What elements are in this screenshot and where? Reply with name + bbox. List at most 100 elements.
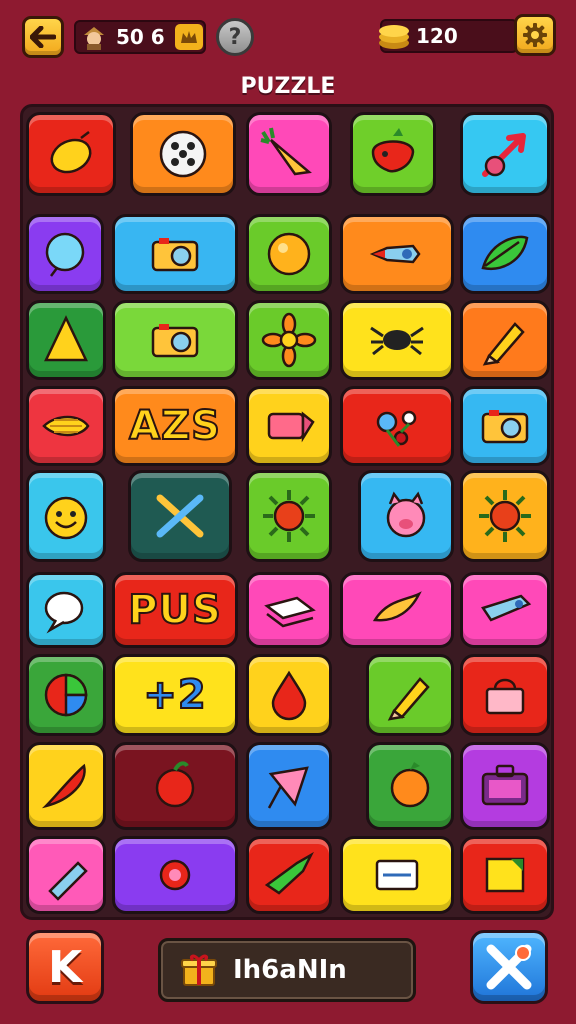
tile-17[interactable]: AZS [112,386,238,466]
coin-stack-icon [379,25,409,49]
tile-25[interactable] [460,470,550,562]
tile-42[interactable] [112,836,238,914]
tile-10[interactable] [460,214,550,294]
help-button[interactable]: ? [216,18,254,56]
lemon-icon [41,124,101,184]
tile-35[interactable] [460,654,550,736]
tile-7[interactable] [112,214,238,294]
gear-icon [523,23,547,47]
tile-41[interactable] [26,836,106,914]
label-icon [367,845,427,905]
tile-34[interactable] [366,654,454,736]
airplane-icon [259,845,319,905]
tile-29[interactable] [340,572,454,648]
shuffle-x-icon [486,944,532,990]
sun-icon [475,486,535,546]
settings-button[interactable] [514,14,556,56]
tile-14[interactable] [340,300,454,380]
crown-badge-icon [174,24,203,50]
page-title: PUZZLE [240,74,336,99]
tile-2[interactable] [130,112,236,196]
hay-icon [36,396,96,456]
tile-19[interactable] [340,386,454,466]
suitcase-icon [475,756,535,816]
tile-28[interactable] [246,572,332,648]
kite-icon [259,756,319,816]
top-bar: 50 6 ? 120 [0,14,576,58]
drop-icon [259,665,319,725]
tile-9[interactable] [340,214,454,294]
tile-43[interactable] [246,836,332,914]
tile-1[interactable] [26,112,116,196]
rocket-icon [367,224,427,284]
tile-15[interactable] [460,300,550,380]
arrow-left-icon [30,26,56,48]
paper-stack-icon [259,580,319,640]
tile-4[interactable] [350,112,436,196]
back-button[interactable] [22,16,64,58]
spider-icon [367,310,427,370]
tile-6[interactable] [26,214,104,294]
bottle-icon [36,845,96,905]
pencil-icon [380,665,440,725]
candy-icon [145,845,205,905]
tile-44[interactable] [340,836,454,914]
tile-21[interactable] [26,470,106,562]
tile-label: AZS [128,402,221,450]
pie-chart-icon [36,665,96,725]
tile-label: PUS [127,586,222,634]
tile-12[interactable] [112,300,238,380]
tile-11[interactable] [26,300,106,380]
tile-24[interactable] [358,470,454,562]
character-avatar-icon [84,27,104,50]
balloon-icon [35,224,95,284]
tile-23[interactable] [246,470,332,562]
coins-value: 120 [416,24,458,48]
tile-33[interactable] [246,654,332,736]
camera-icon [145,224,205,284]
level-value: 50 6 [116,25,165,49]
hint-label: Ih6aNIn [233,955,347,985]
chili-icon [36,756,96,816]
tile-3[interactable] [246,112,332,196]
tile-37[interactable] [112,742,238,830]
level-display: 50 6 [74,20,206,54]
tile-39[interactable] [366,742,454,830]
tile-8[interactable] [246,214,332,294]
tile-31[interactable] [26,654,106,736]
pig-icon [376,486,436,546]
tile-label: +2 [142,671,207,719]
tile-30[interactable] [460,572,550,648]
gift-box-icon [181,954,217,986]
shuffle-button[interactable] [470,930,548,1004]
tile-40[interactable] [460,742,550,830]
dice-icon [153,124,213,184]
flowers-icon [367,396,427,456]
orange-icon [380,756,440,816]
paintbrush-icon [150,486,210,546]
flower-icon [259,310,319,370]
note-icon [475,845,535,905]
tile-16[interactable] [26,386,106,466]
tile-45[interactable] [460,836,550,914]
tile-20[interactable] [460,386,550,466]
tile-18[interactable] [246,386,332,466]
camera-icon [145,310,205,370]
strawberry-icon [363,124,423,184]
tile-32[interactable]: +2 [112,654,238,736]
smiley-icon [36,486,96,546]
cone-icon [36,310,96,370]
tile-5[interactable] [460,112,550,196]
basket-icon [475,665,535,725]
tile-38[interactable] [246,742,332,830]
tile-26[interactable] [26,572,106,648]
pencil-icon [475,310,535,370]
hint-button[interactable]: Ih6aNIn [158,938,416,1002]
coins-display: 120 [379,19,518,53]
sun-icon [259,486,319,546]
tile-13[interactable] [246,300,332,380]
tile-22[interactable] [128,470,232,562]
undo-button[interactable]: K [26,930,104,1004]
tile-36[interactable] [26,742,106,830]
tile-27[interactable]: PUS [112,572,238,648]
